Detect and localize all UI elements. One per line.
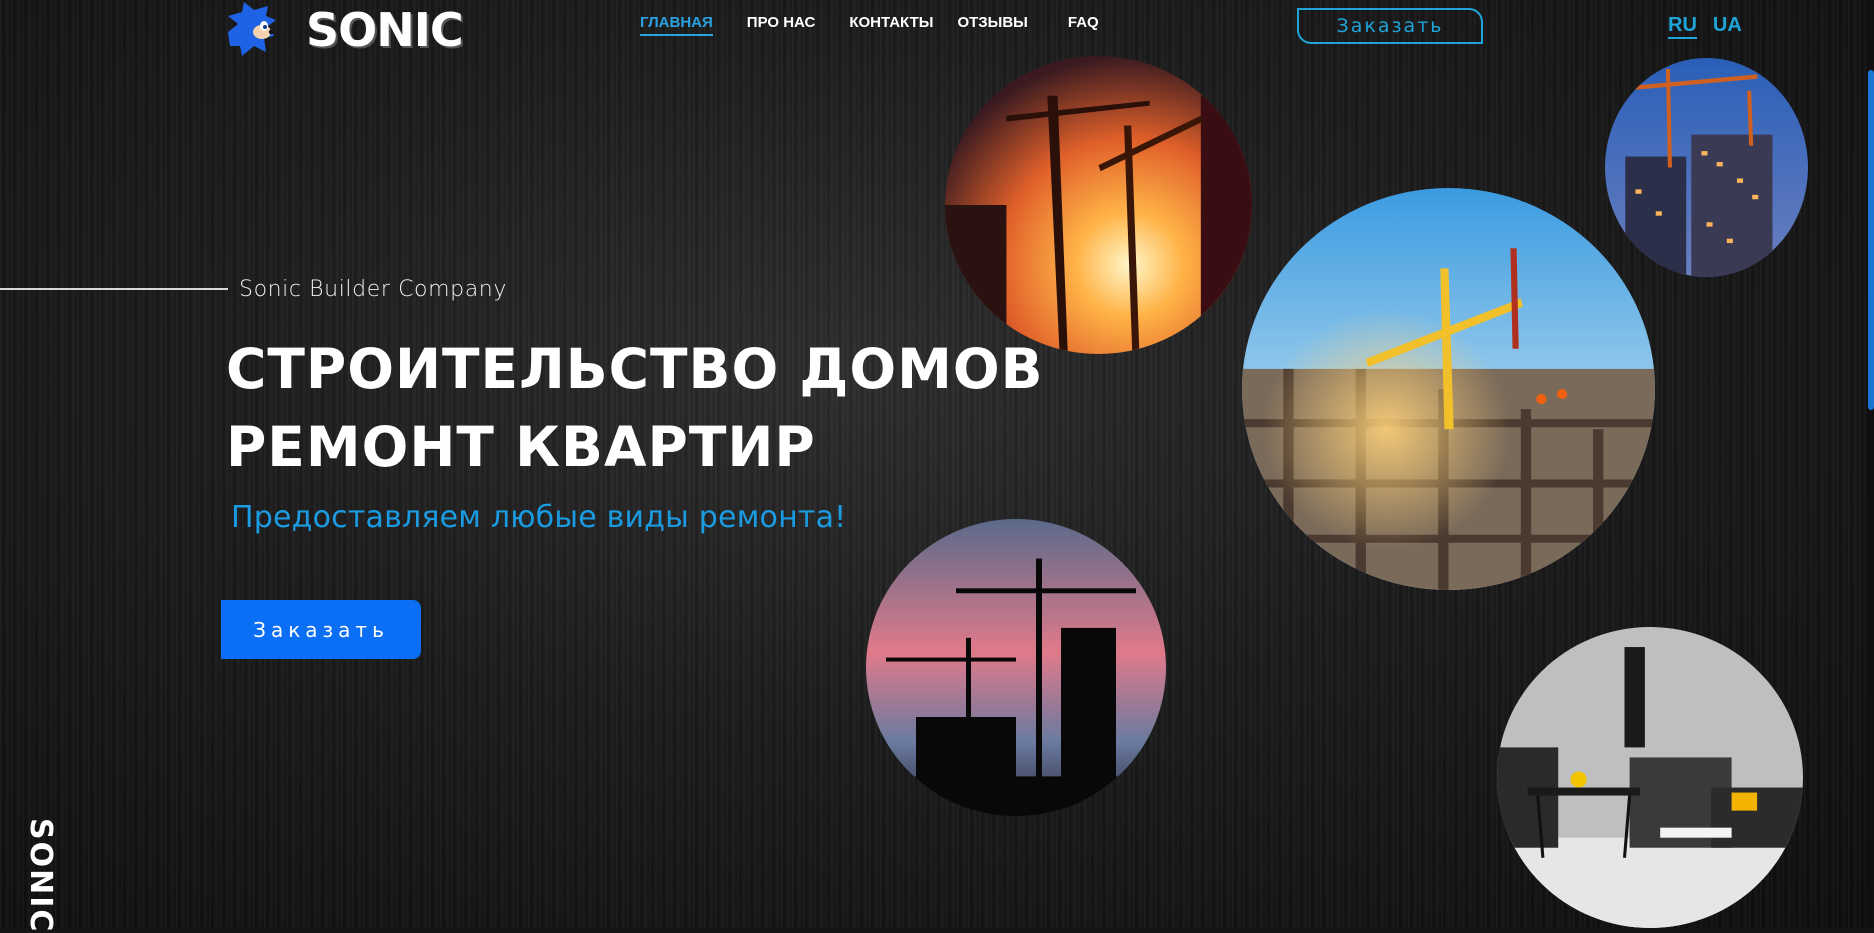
lang-ua[interactable]: UA — [1713, 14, 1742, 39]
construction-night-photo — [1605, 58, 1808, 277]
header-order-button[interactable]: Заказать — [1297, 8, 1483, 44]
hero-tagline: Предоставляем любые виды ремонта! — [231, 500, 847, 535]
hero-title-line-2: РЕМОНТ КВАРТИР — [226, 415, 816, 479]
page-scrollbar[interactable] — [1866, 0, 1874, 928]
hedgehog-logo-icon — [228, 2, 276, 56]
cranes-sunset-photo — [945, 56, 1252, 354]
site-logo[interactable]: SONIC — [224, 0, 464, 60]
nav-item-home[interactable]: ГЛАВНАЯ — [640, 14, 713, 36]
building-construction-photo — [1242, 188, 1655, 590]
main-nav: ГЛАВНАЯ ПРО НАС КОНТАКТЫ ОТЗЫВЫ FAQ — [640, 14, 1133, 36]
hero-order-button[interactable]: Заказать — [221, 600, 421, 659]
subtitle-divider-line — [0, 288, 228, 290]
hero-title: СТРОИТЕЛЬСТВО ДОМОВ РЕМОНТ КВАРТИР — [226, 330, 1044, 486]
logo-text: SONIC — [306, 3, 464, 57]
nav-item-about[interactable]: ПРО НАС — [747, 14, 816, 36]
lang-ru[interactable]: RU — [1668, 14, 1697, 39]
modern-interior-photo — [1497, 627, 1803, 928]
side-brand-text: SONIC — [23, 818, 58, 933]
nav-item-reviews[interactable]: ОТЗЫВЫ — [957, 14, 1027, 36]
hero-title-line-1: СТРОИТЕЛЬСТВО ДОМОВ — [226, 337, 1044, 401]
side-brand: SONIC — [23, 818, 98, 933]
hero-subtitle: Sonic Builder Company — [239, 277, 507, 302]
language-switcher: RU UA — [1668, 14, 1758, 39]
cranes-silhouette-photo — [866, 519, 1166, 816]
nav-item-faq[interactable]: FAQ — [1068, 14, 1099, 36]
scrollbar-thumb[interactable] — [1868, 70, 1874, 410]
nav-item-contacts[interactable]: КОНТАКТЫ — [849, 14, 933, 36]
